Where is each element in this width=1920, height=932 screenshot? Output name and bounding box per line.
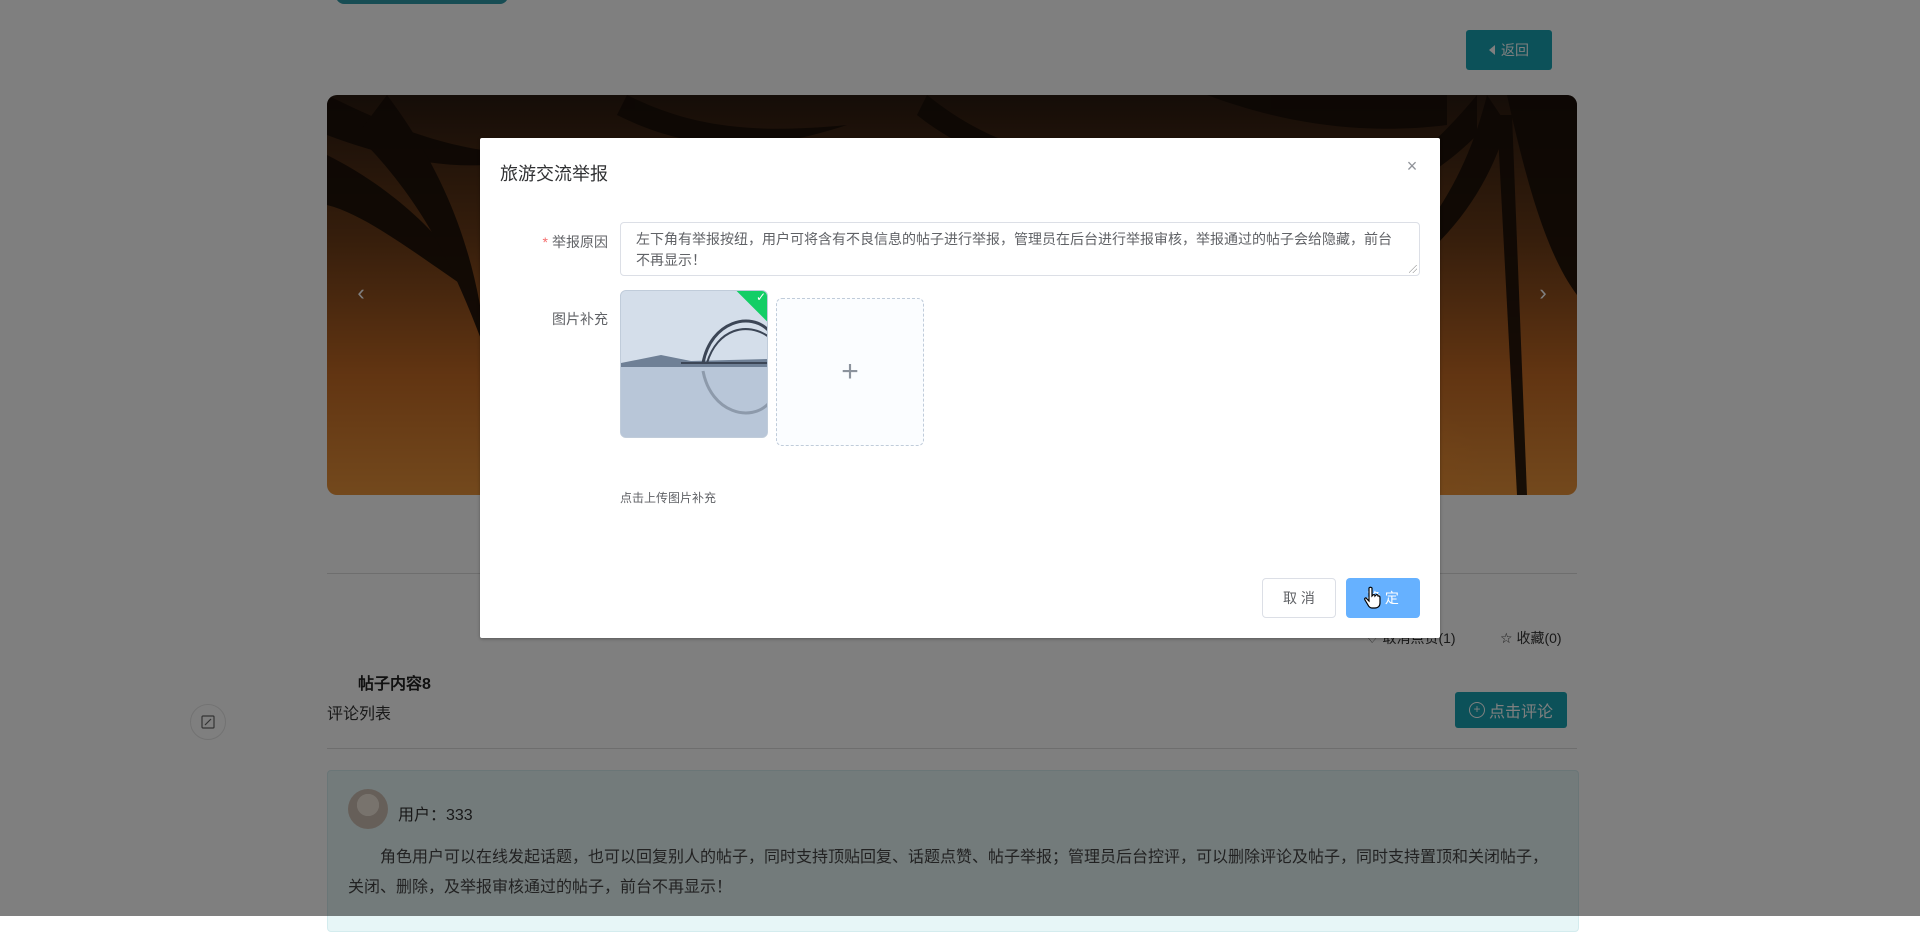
- cancel-button[interactable]: 取 消: [1262, 578, 1336, 618]
- upload-hint: 点击上传图片补充: [620, 491, 717, 505]
- resize-handle[interactable]: [1409, 265, 1417, 273]
- dialog-title: 旅游交流举报: [500, 164, 608, 184]
- upload-image-button[interactable]: +: [776, 298, 924, 446]
- reason-text: 左下角有举报按纽，用户可将含有不良信息的帖子进行举报，管理员在后台进行举报审核，…: [636, 231, 1392, 268]
- reason-label-text: 举报原因: [552, 234, 608, 250]
- confirm-button[interactable]: 确 定: [1346, 578, 1420, 618]
- image-label: 图片补充: [552, 311, 608, 327]
- bridge-photo: [621, 291, 767, 437]
- plus-icon: +: [841, 355, 859, 388]
- reason-label: * 举报原因: [480, 232, 608, 252]
- reason-textarea[interactable]: 左下角有举报按纽，用户可将含有不良信息的帖子进行举报，管理员在后台进行举报审核，…: [620, 222, 1420, 276]
- check-icon: ✓: [755, 290, 767, 305]
- close-icon[interactable]: ×: [1404, 157, 1420, 175]
- report-dialog: 旅游交流举报 × * 举报原因 左下角有举报按纽，用户可将含有不良信息的帖子进行举…: [480, 138, 1440, 638]
- required-mark: *: [542, 234, 548, 250]
- hand-cursor-icon: [1364, 586, 1381, 609]
- uploaded-image-thumbnail[interactable]: ✓: [620, 290, 768, 438]
